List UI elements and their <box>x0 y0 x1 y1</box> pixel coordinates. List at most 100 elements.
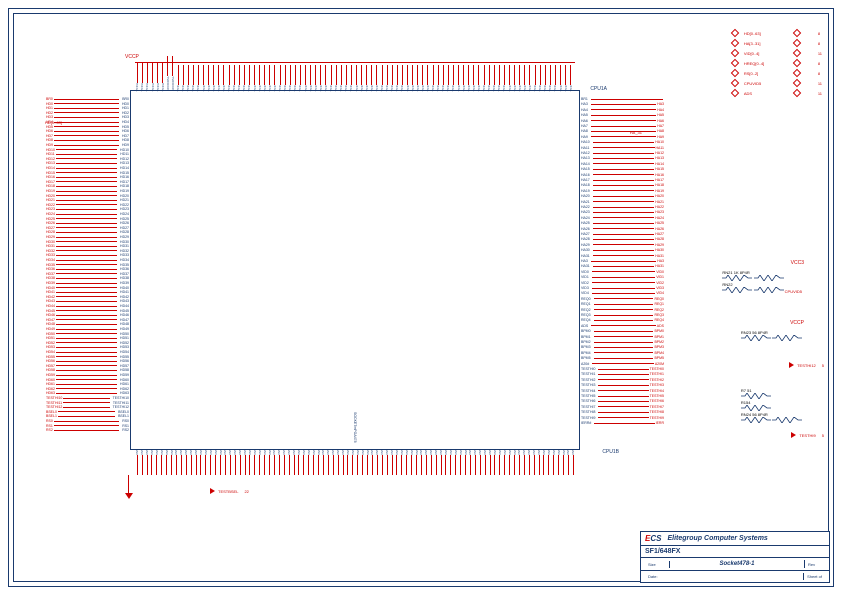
resistor-icon <box>741 393 771 399</box>
pin-bottom: VSS <box>150 449 155 475</box>
pin-right: VID2VID2 <box>579 281 664 285</box>
pin-left: HD42HD42 <box>46 295 131 299</box>
pin-bottom: VSS <box>341 449 346 475</box>
pin-right: HA19HA19 <box>579 189 664 193</box>
pin-top: VCC <box>222 65 227 91</box>
pin-left: HD26HD26 <box>46 221 131 225</box>
pin-bottom: VSS <box>233 449 238 475</box>
pin-left: HD14HD14 <box>46 166 131 170</box>
pin-left: HD30HD30 <box>46 240 131 244</box>
pin-bottom: VSS <box>194 449 199 475</box>
pin-bottom: VSS <box>507 449 512 475</box>
pin-bottom: VSS <box>552 449 557 475</box>
pin-right: HA3HA3 <box>579 259 664 263</box>
pin-bottom: VSS <box>164 449 169 475</box>
pin-top: VCC <box>191 65 196 91</box>
pin-bottom: VSS <box>179 449 184 475</box>
offpage-testbsel: TESTBSEL22 <box>210 488 249 494</box>
pin-right: TESTHI9TESTHI9 <box>579 416 664 420</box>
pin-right: VID3VID3 <box>579 286 664 290</box>
pin-left: HD3HD3 <box>46 115 131 119</box>
pin-bottom: VSS <box>292 449 297 475</box>
pin-right: REQ4REQ4 <box>579 318 664 322</box>
pin-bottom: VSS <box>517 449 522 475</box>
pin-top: VCC <box>283 65 288 91</box>
date-label: Date: <box>645 573 804 580</box>
pin-bottom: VSS <box>204 449 209 475</box>
pin-right: HA14HA14 <box>579 162 664 166</box>
pin-left: HD61HD61 <box>46 382 131 386</box>
pin-left: HD0HD0 <box>46 102 131 106</box>
pin-right: REQ0REQ0 <box>579 297 664 301</box>
title-block: ECS Elitegroup Computer Systems SF1/648F… <box>640 531 830 583</box>
pin-bottom: VSS <box>223 449 228 475</box>
pin-top: VCC <box>497 65 502 91</box>
pin-right: TESTHI6TESTHI6 <box>579 399 664 403</box>
pin-bottom: VSS <box>360 449 365 475</box>
resistor-icon <box>741 417 771 423</box>
pin-top: VCC <box>487 65 492 91</box>
cpuvid5-label: CPUVID5 <box>785 289 802 294</box>
pin-bottom: VSS <box>370 449 375 475</box>
pin-left: RS0RS0 <box>46 419 131 423</box>
pin-right: VID4VID4 <box>579 291 664 295</box>
pin-bottom: VSS <box>297 449 302 475</box>
pin-top: VCC <box>201 65 206 91</box>
pin-left: HD31HD31 <box>46 244 131 248</box>
pin-left: HD24HD24 <box>46 212 131 216</box>
pin-bottom: VSS <box>400 449 405 475</box>
offpage-testhi12: TESTHI125 <box>789 362 824 368</box>
pin-right: BPM2BPM2 <box>579 340 664 344</box>
pin-top: VCC <box>446 65 451 91</box>
pin-right: HA12HA12 <box>579 151 664 155</box>
pin-bottom: VSS <box>571 449 576 475</box>
pin-bottom: VSS <box>287 449 292 475</box>
pin-top: VCC <box>472 65 477 91</box>
pin-top: VCCA <box>145 63 150 91</box>
legend-item: HA[3..31]8 <box>732 40 822 46</box>
pin-left: HD22HD22 <box>46 203 131 207</box>
pin-left: HD11HD11 <box>46 152 131 156</box>
pin-bottom: VSS <box>238 449 243 475</box>
pin-top: VCC <box>410 65 415 91</box>
pin-bottom: VSS <box>189 449 194 475</box>
pin-top: VCC <box>518 65 523 91</box>
pin-top: VCC <box>477 65 482 91</box>
pin-top: VCC <box>263 65 268 91</box>
pin-left: HD41HD41 <box>46 290 131 294</box>
pin-right: HA6HA6 <box>579 119 664 123</box>
pin-bottom: VSS <box>336 449 341 475</box>
pin-left: TESTHI11TESTHI11 <box>46 401 131 405</box>
resistor-testhi: R7 51 R154 RN24 56 8P4R <box>741 388 802 424</box>
pin-bottom: VSS <box>331 449 336 475</box>
pin-top: VCCA <box>150 63 155 91</box>
pin-top: VCC <box>482 65 487 91</box>
pin-top: VCC <box>370 65 375 91</box>
pin-left: BR0BR0 <box>46 97 131 101</box>
pin-bottom: VSS <box>405 449 410 475</box>
resistor-icon <box>754 287 784 293</box>
pin-top: VCC <box>512 65 517 91</box>
pin-top: VCC <box>308 65 313 91</box>
pin-top: VCC <box>206 65 211 91</box>
pin-right: HA20HA20 <box>579 194 664 198</box>
pin-left: HD21HD21 <box>46 198 131 202</box>
pin-right: HA31HA31 <box>579 254 664 258</box>
pin-left: HD10HD10 <box>46 148 131 152</box>
pin-left: HD45HD45 <box>46 309 131 313</box>
pin-top: VCC <box>416 65 421 91</box>
pin-bottom: VSS <box>444 449 449 475</box>
pin-left: HD52HD52 <box>46 341 131 345</box>
rev-label: Rev <box>805 561 825 568</box>
pin-top: VCC <box>293 65 298 91</box>
pin-top: VCC <box>242 65 247 91</box>
schematic-title: SF1/648FX <box>641 546 829 558</box>
pin-top: VCC <box>247 65 252 91</box>
pin-bottom: VSS <box>473 449 478 475</box>
pin-bottom: VSS <box>547 449 552 475</box>
resistor-icon <box>772 335 802 341</box>
pin-bottom: VSS <box>527 449 532 475</box>
pin-right: HA8HA8 <box>579 129 664 133</box>
pin-bottom: VSS <box>537 449 542 475</box>
pin-left: HD49HD49 <box>46 327 131 331</box>
